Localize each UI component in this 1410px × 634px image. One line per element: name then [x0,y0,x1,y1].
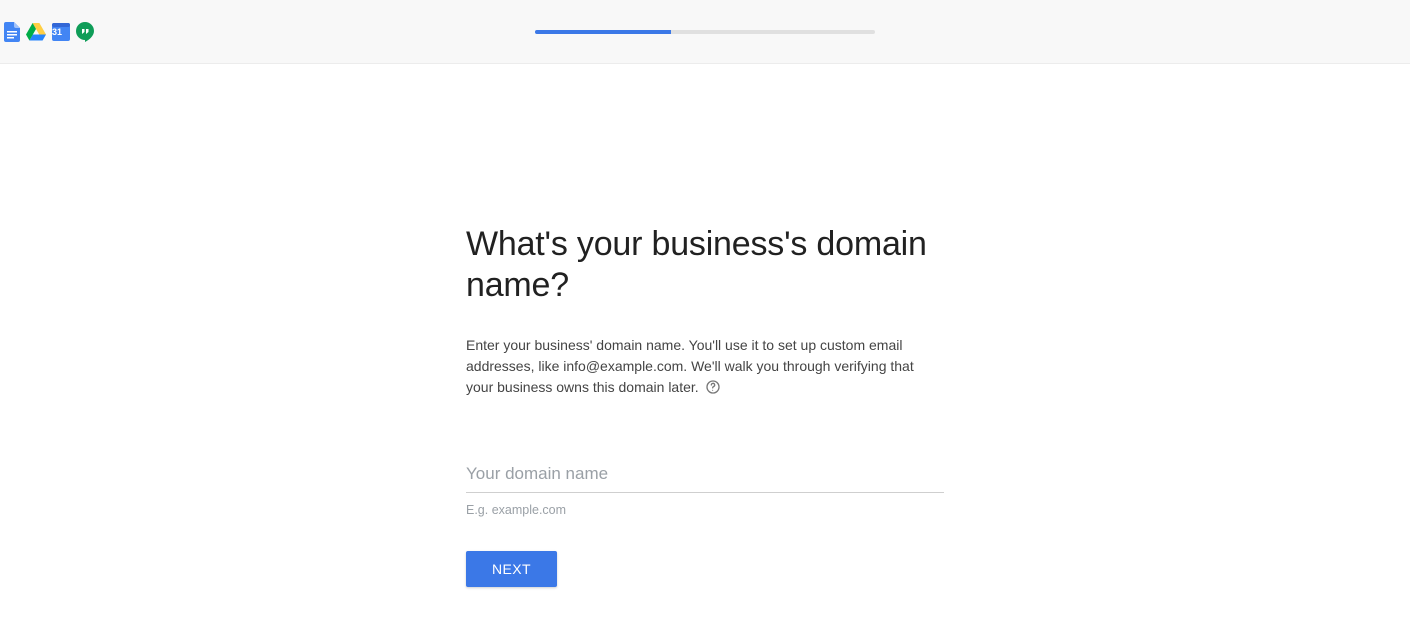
page-description-text: Enter your business' domain name. You'll… [466,337,914,395]
drive-icon [26,23,46,41]
header-bar: 31 [0,0,1410,64]
domain-field: E.g. example.com [466,458,944,517]
page-title: What's your business's domain name? [466,224,944,307]
help-icon[interactable] [705,379,721,395]
next-button[interactable]: NEXT [466,551,557,587]
calendar-day-label: 31 [52,27,70,37]
progress-bar [535,30,875,34]
main-content: What's your business's domain name? Ente… [466,64,944,587]
docs-icon [4,22,20,42]
hangouts-icon [76,22,94,42]
header-app-icons: 31 [0,22,94,42]
domain-input[interactable] [466,458,944,493]
page-description: Enter your business' domain name. You'll… [466,335,944,398]
progress-fill [535,30,671,34]
domain-hint: E.g. example.com [466,503,944,517]
calendar-icon: 31 [52,23,70,41]
